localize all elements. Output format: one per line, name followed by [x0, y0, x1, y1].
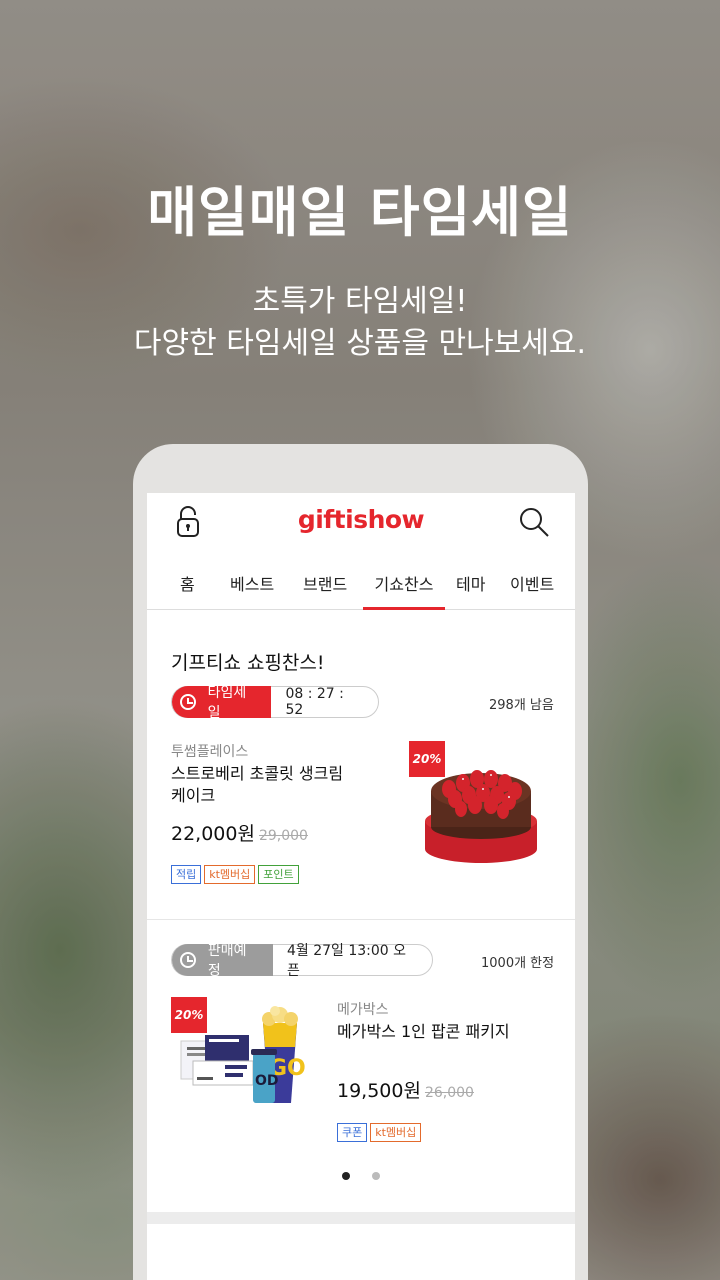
upcoming-label-text: 판매예정	[207, 943, 247, 979]
deal-divider	[147, 919, 575, 920]
discount-badge: 20%	[171, 997, 207, 1033]
timesale-pill: 타임세일 08 : 27 : 52	[171, 685, 379, 721]
clock-icon	[180, 952, 196, 968]
svg-text:OD: OD	[255, 1073, 279, 1089]
tab-best[interactable]: 베스트	[230, 571, 274, 610]
promo-headline: 매일매일 타임세일	[147, 181, 573, 244]
open-time: 4월 27일 13:00 오픈	[286, 943, 407, 979]
app-screen: giftishow 홈 베스트 브랜드 기쇼찬스 테마 이벤트 기프티쇼 쇼핑찬…	[147, 493, 575, 1280]
benefit-tags: 적립 kt멤버십 포인트	[171, 865, 299, 884]
tab-theme[interactable]: 테마	[456, 571, 485, 610]
upcoming-pill: 판매예정 4월 27일 13:00 오픈	[171, 943, 433, 979]
tag-reward: 적립	[171, 865, 202, 884]
shopping-chance-section: 기프티쇼 쇼핑찬스! 타임세일 08 : 27 : 52 298개 남음 투썸플…	[147, 611, 575, 1280]
upcoming-label: 판매예정	[172, 943, 273, 979]
tag-kt-membership: kt멤버십	[370, 1123, 422, 1142]
promo-subline-2: 다양한 타임세일 상품을 만나보세요.	[133, 326, 587, 361]
product-price: 22,000원 29,000	[171, 819, 308, 846]
benefit-tags: 쿠폰 kt멤버십	[337, 1123, 422, 1142]
stock-remaining: 298개 남음	[489, 698, 554, 713]
section-title: 기프티쇼 쇼핑찬스!	[171, 652, 325, 674]
category-tabs: 홈 베스트 브랜드 기쇼찬스 테마 이벤트	[147, 553, 575, 610]
countdown-timer: 08 : 27 : 52	[285, 686, 344, 718]
pager-dot-active[interactable]	[342, 1172, 350, 1180]
tab-brand[interactable]: 브랜드	[303, 571, 347, 610]
original-price: 26,000	[424, 1085, 474, 1101]
tab-gisho-chance[interactable]: 기쇼찬스	[363, 571, 445, 610]
timesale-label-text: 타임세일	[207, 685, 247, 721]
timesale-label: 타임세일	[172, 685, 272, 721]
tab-event[interactable]: 이벤트	[510, 571, 554, 610]
app-top-bar: giftishow	[147, 493, 575, 553]
product-name-line-1: 스트로베리 초콜릿 생크림	[171, 764, 344, 783]
tag-kt-membership: kt멤버십	[204, 865, 256, 884]
section-gap	[147, 1212, 575, 1224]
tag-coupon: 쿠폰	[337, 1123, 368, 1142]
clock-icon	[180, 694, 196, 710]
product-name[interactable]: 스트로베리 초콜릿 생크림 케이크	[171, 763, 343, 807]
tag-point: 포인트	[258, 865, 299, 884]
tab-home[interactable]: 홈	[180, 571, 195, 610]
pager-dot[interactable]	[372, 1172, 380, 1180]
product-brand: 투썸플레이스	[171, 744, 249, 760]
stock-limit: 1000개 한정	[481, 956, 555, 971]
product-name[interactable]: 메가박스 1인 팝콘 패키지	[337, 1021, 510, 1043]
product-name-line-2: 케이크	[171, 786, 216, 805]
product-price: 19,500원 26,000	[337, 1076, 474, 1103]
giftishow-logo[interactable]: giftishow	[147, 505, 575, 534]
search-icon[interactable]	[517, 505, 551, 539]
sale-price: 22,000원	[171, 823, 255, 845]
sale-price: 19,500원	[337, 1080, 421, 1102]
original-price: 29,000	[258, 828, 308, 844]
promo-subline-1: 초특가 타임세일!	[252, 284, 468, 319]
discount-badge: 20%	[409, 741, 445, 777]
product-brand: 메가박스	[337, 1002, 389, 1018]
